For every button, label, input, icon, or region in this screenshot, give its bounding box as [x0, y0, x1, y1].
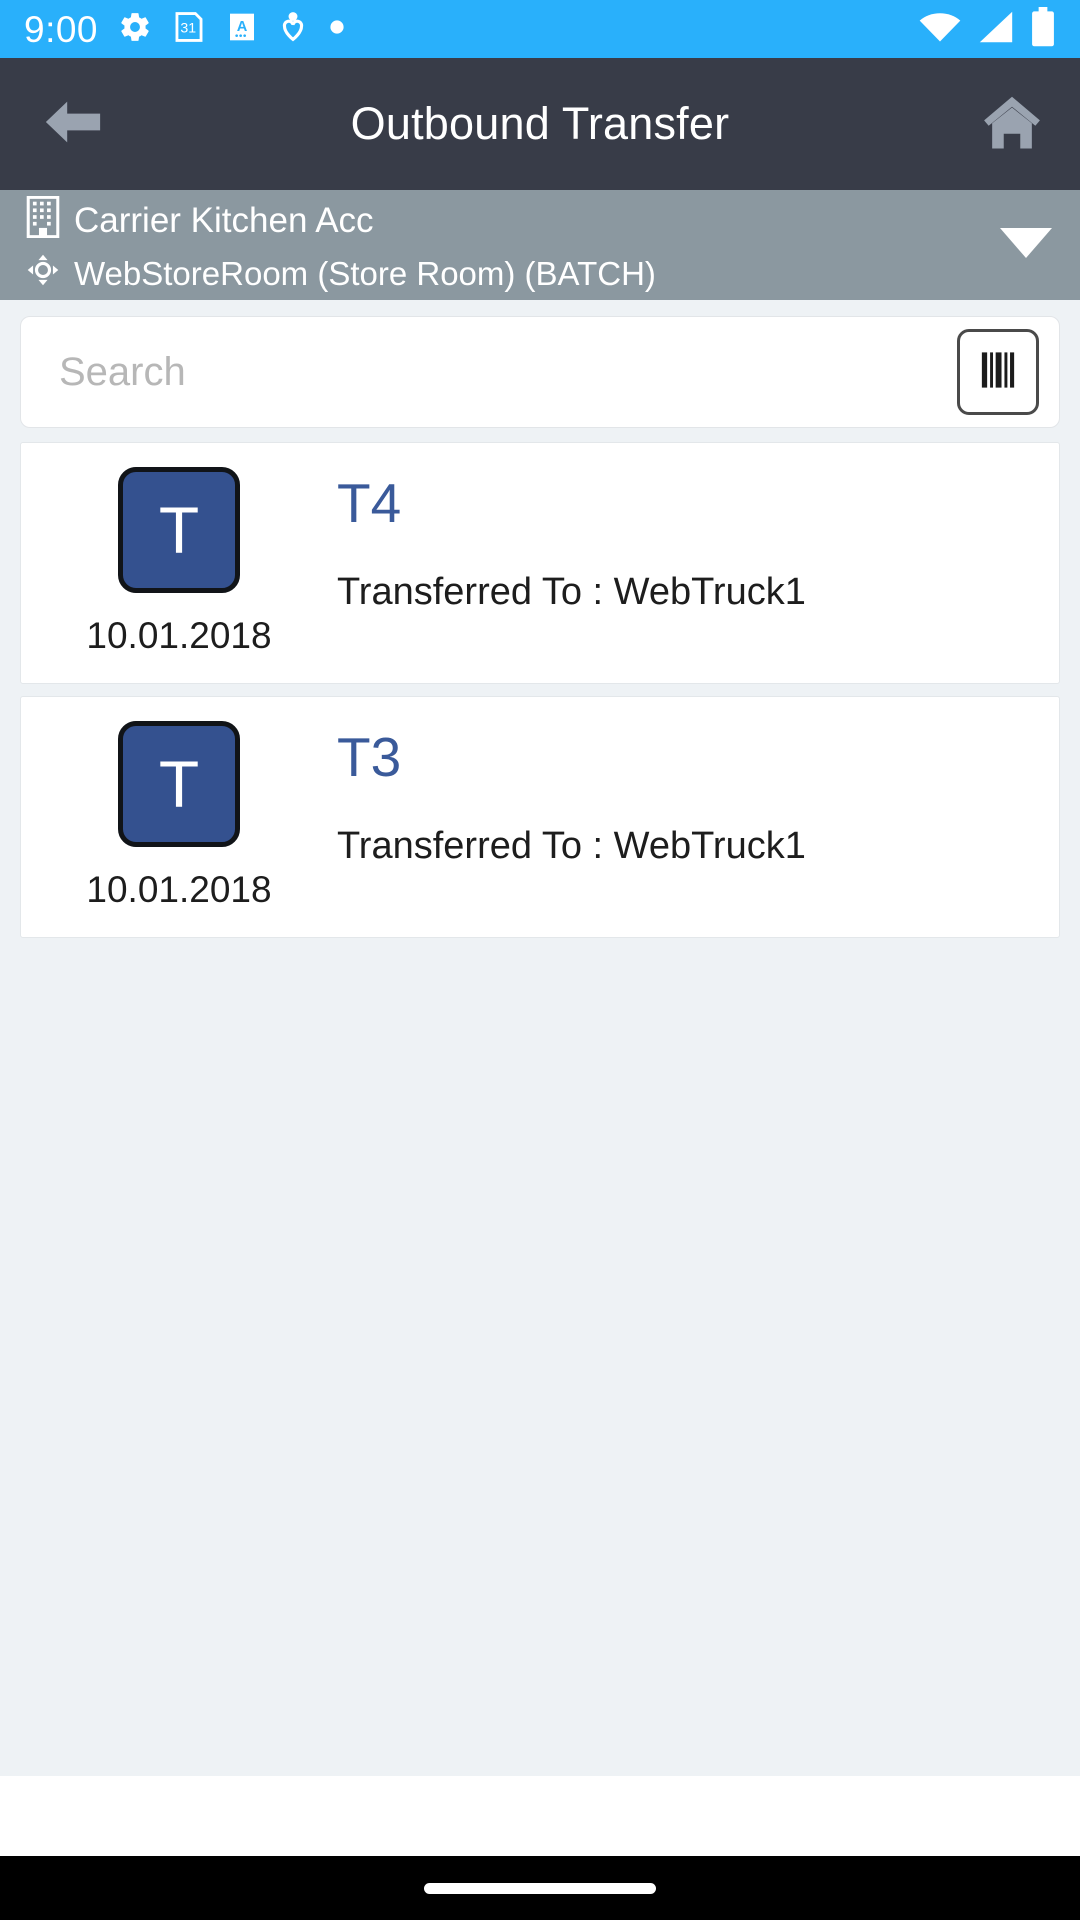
transfer-title: T4: [337, 472, 402, 534]
dot-icon: [328, 18, 346, 41]
svg-text:A: A: [237, 19, 248, 35]
status-bar: 9:00 31 A: [0, 0, 1080, 58]
pin-heart-icon: [278, 10, 308, 49]
avatar: T: [118, 467, 240, 593]
search-bar[interactable]: [20, 316, 1060, 428]
context-dropdown-button[interactable]: [998, 226, 1054, 265]
move-crosshair-icon: [26, 253, 60, 295]
title-bar: Outbound Transfer: [0, 58, 1080, 190]
back-button[interactable]: [28, 94, 118, 155]
list-item[interactable]: T 10.01.2018 T4 Transferred To : WebTruc…: [20, 442, 1060, 684]
transfer-avatar-block: T 10.01.2018: [21, 467, 337, 657]
svg-text:31: 31: [180, 20, 196, 36]
location-row: WebStoreRoom (Store Room) (BATCH): [26, 253, 656, 295]
organization-row: Carrier Kitchen Acc: [26, 195, 656, 247]
cell-signal-icon: [976, 9, 1016, 50]
home-gesture-pill[interactable]: [424, 1882, 656, 1894]
context-lines: Carrier Kitchen Acc WebStoreRoom (Store …: [26, 195, 656, 295]
transfer-title: T3: [337, 726, 402, 788]
transfer-date: 10.01.2018: [86, 869, 272, 910]
location-name: WebStoreRoom (Store Room) (BATCH): [74, 254, 656, 292]
page-title: Outbound Transfer: [350, 98, 730, 149]
search-input[interactable]: [59, 349, 957, 395]
barcode-scan-button[interactable]: [957, 329, 1039, 415]
status-clock: 9:00: [24, 8, 99, 50]
search-section: [0, 300, 1080, 438]
a-app-icon: A: [226, 11, 258, 48]
transfer-list: T 10.01.2018 T4 Transferred To : WebTruc…: [0, 438, 1080, 938]
avatar: T: [118, 721, 240, 847]
transfer-date: 10.01.2018: [86, 615, 272, 656]
home-icon: [981, 93, 1043, 156]
caret-down-icon: [998, 226, 1054, 265]
context-bar[interactable]: Carrier Kitchen Acc WebStoreRoom (Store …: [0, 190, 1080, 300]
barcode-icon: [976, 346, 1020, 399]
wifi-icon: [918, 9, 962, 50]
battery-icon: [1030, 6, 1056, 52]
status-bar-left: 9:00 31 A: [24, 10, 346, 49]
list-item[interactable]: T 10.01.2018 T3 Transferred To : WebTruc…: [20, 696, 1060, 938]
system-nav-bar: [0, 1856, 1080, 1920]
transfer-avatar-block: T 10.01.2018: [21, 721, 337, 911]
back-arrow-icon: [42, 94, 104, 155]
main-content: T 10.01.2018 T4 Transferred To : WebTruc…: [0, 300, 1080, 1776]
gear-icon: [118, 10, 152, 49]
home-button[interactable]: [972, 93, 1052, 156]
transfer-details: T3 Transferred To : WebTruck1: [337, 721, 1059, 868]
phone-screen: 9:00 31 A Outbound Transfer Carrier Kitc…: [0, 0, 1080, 1920]
transfer-subtitle: Transferred To : WebTruck1: [337, 570, 806, 613]
footer-area: [0, 1776, 1080, 1856]
calendar-31-icon: 31: [172, 10, 206, 49]
building-icon: [26, 195, 60, 247]
transfer-details: T4 Transferred To : WebTruck1: [337, 467, 1059, 614]
organization-name: Carrier Kitchen Acc: [74, 201, 374, 240]
status-bar-right: [918, 6, 1056, 52]
transfer-subtitle: Transferred To : WebTruck1: [337, 824, 806, 867]
